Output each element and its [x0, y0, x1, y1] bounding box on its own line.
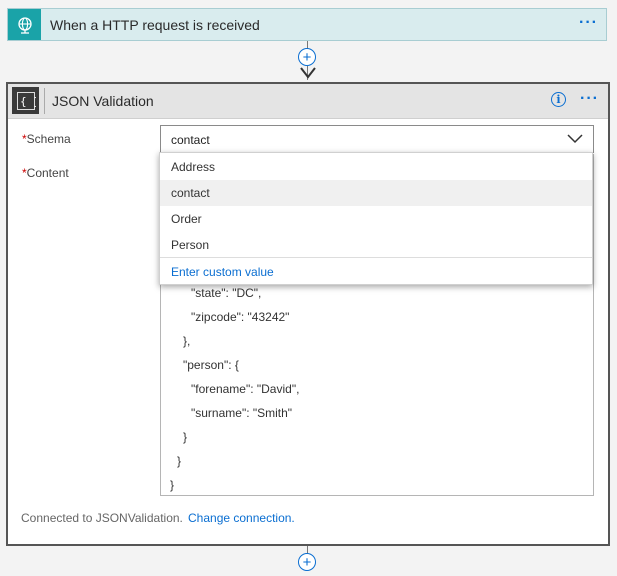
svg-text:{ }: { }: [20, 95, 36, 108]
schema-dropdown-list: Address contact Order Person Enter custo…: [159, 152, 593, 285]
header-divider: [44, 88, 45, 114]
dropdown-divider: [160, 257, 592, 258]
trigger-title: When a HTTP request is received: [50, 17, 260, 33]
code-line: }: [177, 454, 182, 468]
code-line: }: [170, 478, 175, 492]
card-header[interactable]: { } JSON Validation i ···: [8, 84, 608, 119]
schema-select[interactable]: contact: [160, 125, 594, 153]
info-icon[interactable]: i: [551, 92, 566, 107]
globe-icon: [8, 9, 41, 40]
card-more-button[interactable]: ···: [580, 90, 599, 108]
code-line: "forename": "David",: [191, 382, 300, 396]
code-line: "state": "DC",: [191, 286, 262, 300]
plus-icon: +: [302, 553, 312, 571]
change-connection-link[interactable]: Change connection.: [188, 511, 295, 525]
content-label: *Content: [22, 166, 69, 180]
card-title: JSON Validation: [52, 93, 154, 109]
schema-value: contact: [171, 133, 210, 147]
schema-option-person[interactable]: Person: [160, 232, 592, 258]
code-line: "surname": "Smith": [191, 406, 293, 420]
plus-icon: +: [302, 48, 312, 66]
add-step-button[interactable]: +: [298, 48, 316, 66]
code-line: "zipcode": "43242": [191, 310, 290, 324]
code-line: }: [183, 430, 188, 444]
schema-option-order[interactable]: Order: [160, 206, 592, 232]
trigger-more-button[interactable]: ···: [579, 14, 598, 32]
add-step-button[interactable]: +: [298, 553, 316, 571]
schema-option-contact[interactable]: contact: [160, 180, 592, 206]
code-line: },: [183, 334, 191, 348]
http-trigger-card[interactable]: When a HTTP request is received ···: [7, 8, 607, 41]
schema-label: *Schema: [22, 132, 71, 146]
arrow-down-icon: [300, 67, 316, 79]
chevron-down-icon: [567, 134, 583, 144]
code-line: "person": {: [183, 358, 239, 372]
connection-status: Connected to JSONValidation.: [21, 511, 183, 525]
schema-option-address[interactable]: Address: [160, 154, 592, 180]
enter-custom-value-option[interactable]: Enter custom value: [160, 259, 592, 285]
json-braces-icon: { }: [12, 87, 39, 114]
